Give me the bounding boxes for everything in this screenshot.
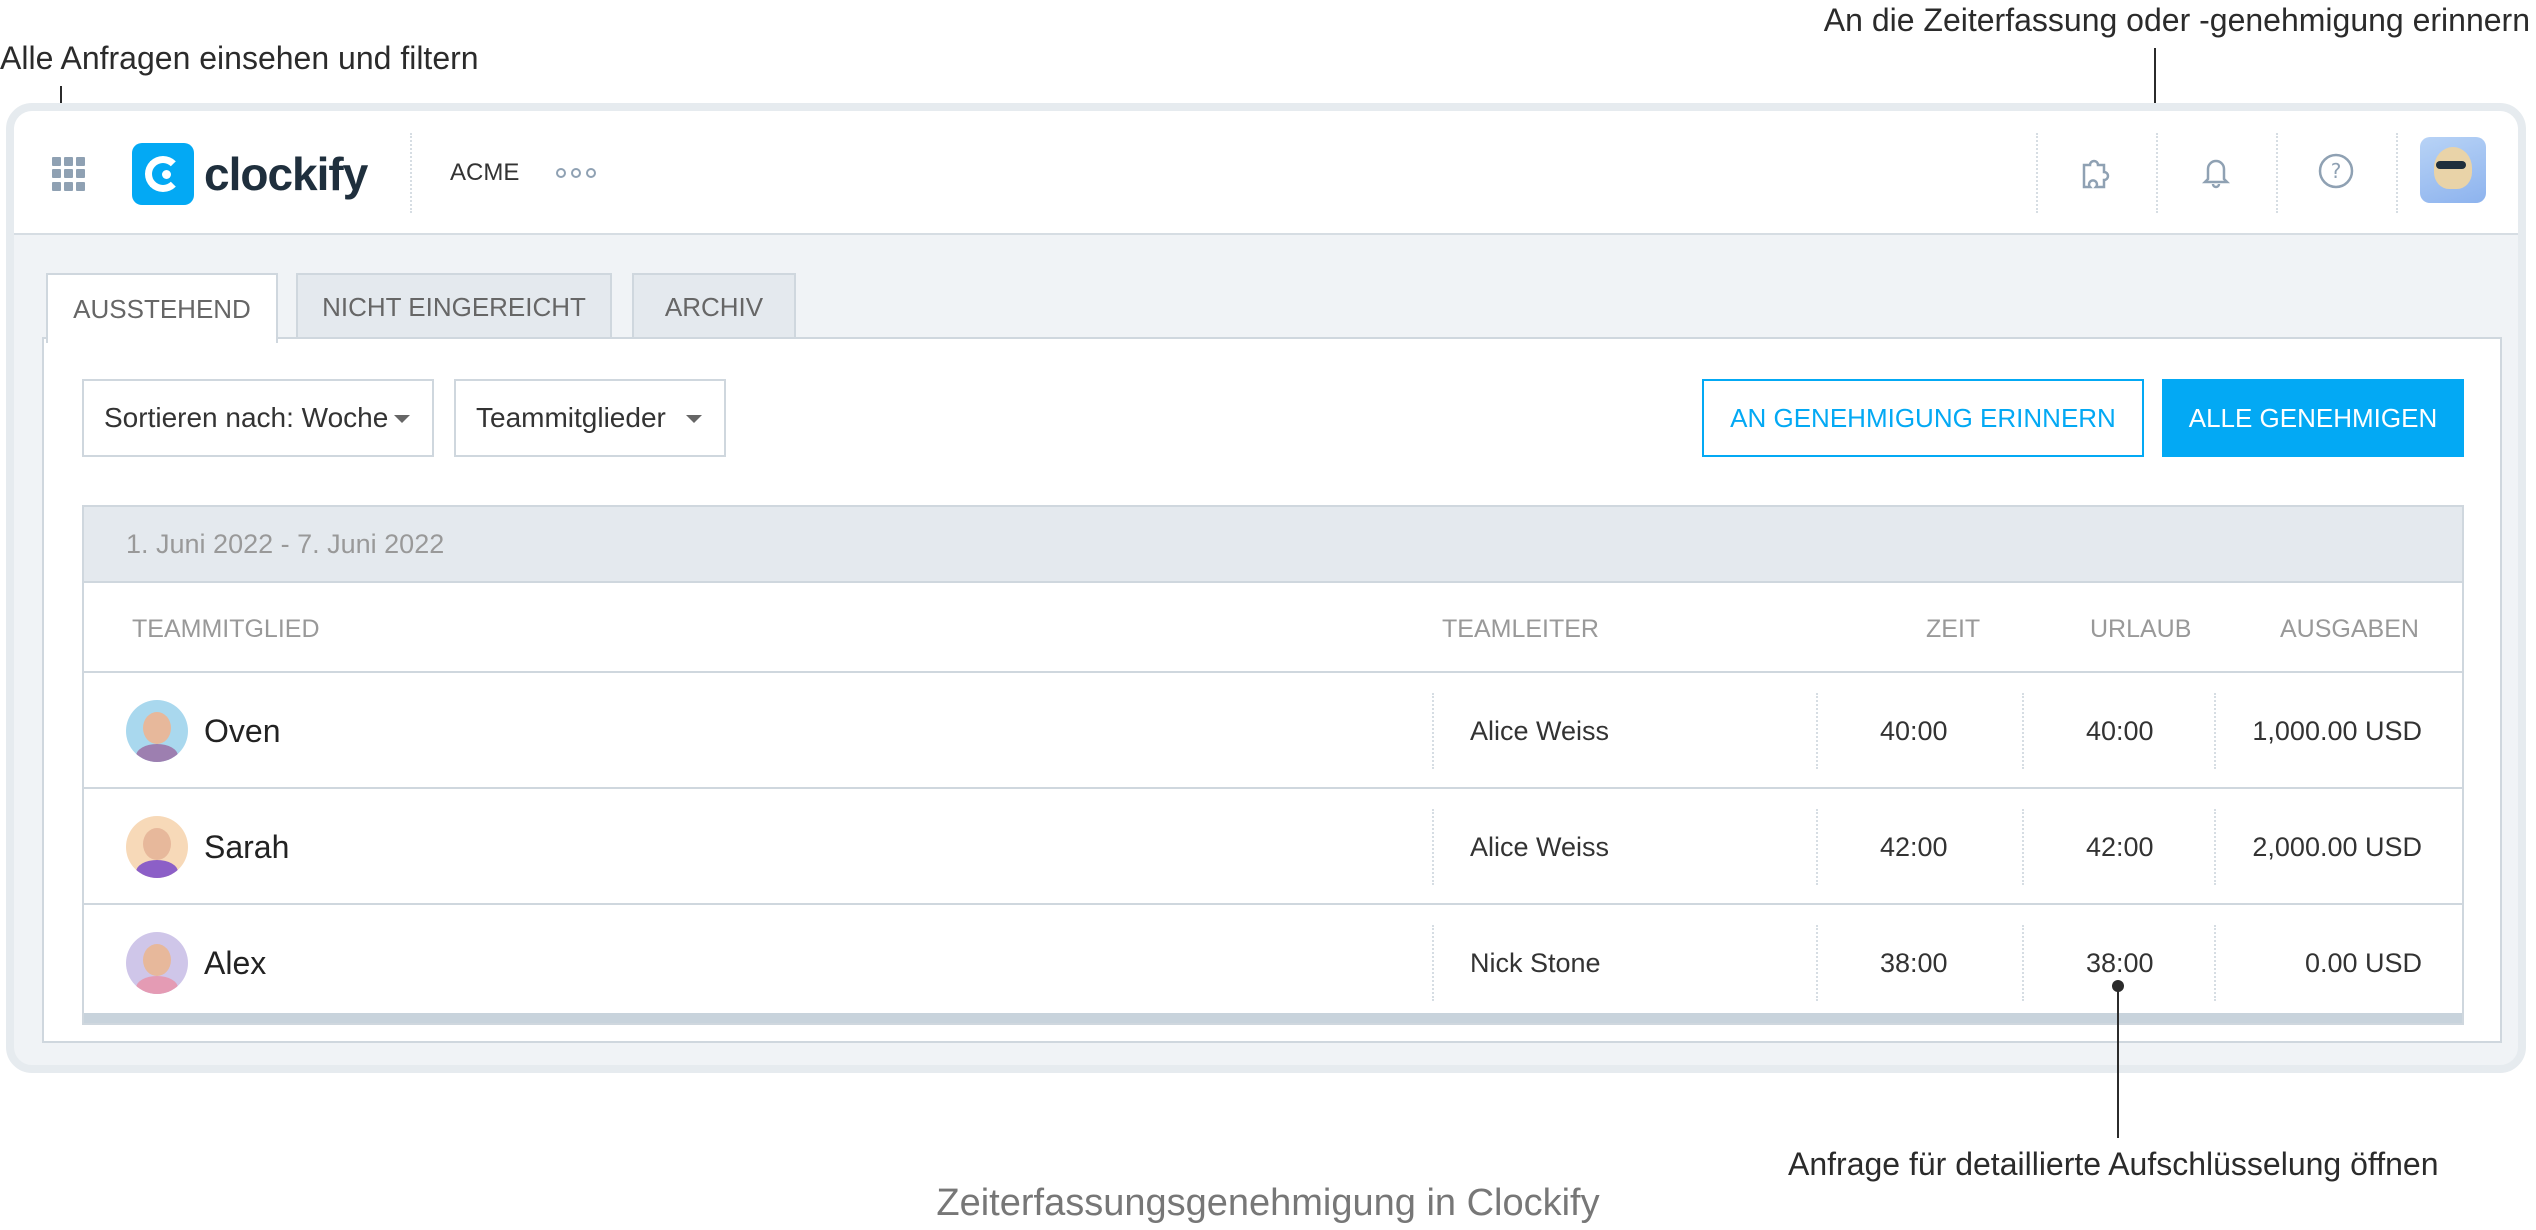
expenses-value: 2,000.00 USD [2252,831,2422,862]
approval-table: 1. Juni 2022 - 7. Juni 2022 TEAMMITGLIED… [82,505,2464,1025]
clockify-logo[interactable]: clockify [132,143,368,205]
divider [2036,133,2038,213]
lead-name: Nick Stone [1470,947,1601,978]
divider [2156,133,2158,213]
avatar [126,700,188,762]
app-window: clockify ACME ? AUSSTEHEND NICHT EINGERE… [6,103,2526,1073]
top-bar: clockify ACME ? [14,111,2518,235]
member-name: Alex [204,944,267,981]
workspace-name[interactable]: ACME [450,159,519,187]
avatar [126,816,188,878]
logo-text: clockify [204,148,368,200]
svg-text:?: ? [2331,159,2342,183]
header-expenses: AUSGABEN [2280,615,2419,643]
team-dropdown[interactable]: Teammitglieder [454,379,726,457]
chevron-down-icon [394,415,410,423]
tab-archive[interactable]: ARCHIV [632,273,796,339]
header-leave: URLAUB [2090,615,2192,643]
table-row[interactable]: Oven Alice Weiss 40:00 40:00 1,000.00 US… [84,671,2462,789]
leave-value: 42:00 [2086,831,2154,862]
leave-value: 38:00 [2086,947,2154,978]
time-value: 40:00 [1880,715,1948,746]
header-lead: TEAMLEITER [1442,615,1599,643]
table-footer-bar [84,1013,2462,1023]
week-range[interactable]: 1. Juni 2022 - 7. Juni 2022 [84,507,2462,583]
sort-dropdown[interactable]: Sortieren nach: Woche [82,379,434,457]
leave-value: 40:00 [2086,715,2154,746]
callout-remind: An die Zeiterfassung oder -genehmigung e… [1823,2,2530,38]
approve-all-button[interactable]: ALLE GENEHMIGEN [2162,379,2464,457]
time-value: 42:00 [1880,831,1948,862]
divider [410,133,412,213]
expenses-value: 1,000.00 USD [2252,715,2422,746]
bell-icon[interactable] [2194,151,2238,195]
expenses-value: 0.00 USD [2304,947,2422,978]
divider [2276,133,2278,213]
apps-grid-icon[interactable] [52,157,86,191]
more-dots-icon[interactable] [556,168,596,178]
callout-open-request: Anfrage für detaillierte Aufschlüsselung… [1788,1146,2439,1182]
lead-name: Alice Weiss [1470,715,1610,746]
puzzle-icon[interactable] [2074,151,2118,195]
table-row[interactable]: Alex Nick Stone 38:00 38:00 0.00 USD [84,903,2462,1021]
lead-name: Alice Weiss [1470,831,1610,862]
header-member: TEAMMITGLIED [132,615,320,643]
figure-caption: Zeiterfassungsgenehmigung in Clockify [936,1182,1600,1224]
sort-dropdown-label: Sortieren nach: Woche [104,402,389,433]
clockify-logo-icon [132,143,194,205]
member-name: Sarah [204,828,290,865]
time-value: 38:00 [1880,947,1948,978]
remind-approval-button[interactable]: AN GENEHMIGUNG ERINNERN [1702,379,2144,457]
avatar [126,932,188,994]
member-name: Oven [204,712,281,749]
table-row[interactable]: Sarah Alice Weiss 42:00 42:00 2,000.00 U… [84,787,2462,905]
divider [2396,133,2398,213]
team-dropdown-label: Teammitglieder [476,402,666,433]
callout-view-filter: Alle Anfragen einsehen und filtern [0,40,479,76]
callout-line-bottom [2117,986,2119,1138]
help-icon[interactable]: ? [2314,151,2358,195]
chevron-down-icon [686,415,702,423]
user-avatar[interactable] [2420,137,2486,203]
tab-not-submitted[interactable]: NICHT EINGEREICHT [296,273,612,339]
header-time: ZEIT [1926,615,1981,643]
tab-pending[interactable]: AUSSTEHEND [46,273,278,343]
